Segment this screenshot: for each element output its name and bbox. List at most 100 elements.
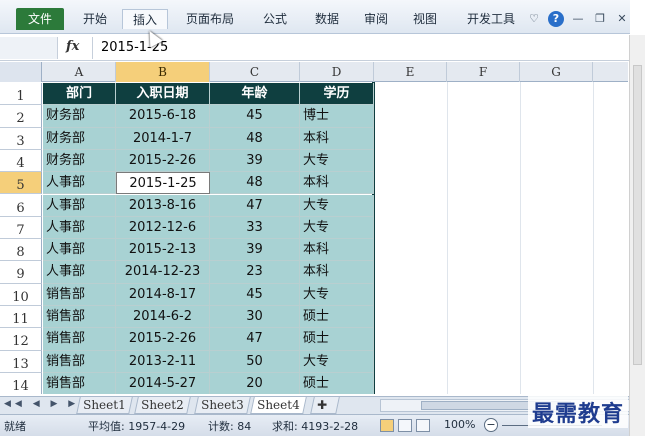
table-cell[interactable]: 博士 xyxy=(300,105,374,128)
tab-page-layout[interactable]: 页面布局 xyxy=(174,9,246,29)
table-cell[interactable]: 人事部 xyxy=(43,194,116,217)
row-header-4[interactable]: 4 xyxy=(0,149,42,173)
table-cell[interactable]: 50 xyxy=(210,350,300,373)
active-cell[interactable]: 2015-1-25 xyxy=(116,172,210,195)
function-icon[interactable]: fx xyxy=(66,39,79,54)
column-header-b[interactable]: B xyxy=(116,62,210,82)
table-cell[interactable]: 大专 xyxy=(300,350,374,373)
tab-data[interactable]: 数据 xyxy=(304,9,350,29)
column-header-c[interactable]: C xyxy=(210,62,300,82)
table-cell[interactable]: 硕士 xyxy=(300,328,374,351)
column-header-g[interactable]: G xyxy=(520,62,593,82)
table-cell[interactable]: 2015-6-18 xyxy=(116,105,210,128)
table-cell[interactable]: 2014-8-17 xyxy=(116,283,210,306)
table-cell[interactable]: 大专 xyxy=(300,283,374,306)
zoom-level[interactable]: 100% xyxy=(444,418,475,431)
close-icon[interactable]: ✕ xyxy=(614,11,630,27)
table-cell[interactable]: 销售部 xyxy=(43,283,116,306)
help-icon[interactable]: ? xyxy=(548,11,564,27)
row-header-7[interactable]: 7 xyxy=(0,216,42,240)
table-header-cell[interactable]: 学历 xyxy=(300,83,374,106)
empty-columns-area[interactable] xyxy=(374,82,628,394)
table-cell[interactable]: 2014-6-2 xyxy=(116,306,210,329)
row-header-9[interactable]: 9 xyxy=(0,261,42,284)
table-cell[interactable]: 33 xyxy=(210,216,300,240)
tab-developer[interactable]: 开发工具 xyxy=(456,9,526,29)
vertical-scroll-thumb[interactable] xyxy=(633,65,642,365)
table-cell[interactable]: 2015-2-26 xyxy=(116,328,210,351)
normal-view-icon[interactable] xyxy=(380,419,394,432)
sheet-tab-3[interactable]: Sheet3 xyxy=(194,397,251,414)
table-cell[interactable]: 48 xyxy=(210,127,300,150)
row-header-14[interactable]: 14 xyxy=(0,372,42,394)
table-cell[interactable]: 人事部 xyxy=(43,261,116,284)
table-cell[interactable]: 23 xyxy=(210,261,300,284)
table-cell[interactable]: 本科 xyxy=(300,127,374,150)
table-cell[interactable]: 本科 xyxy=(300,172,374,195)
table-cell[interactable]: 48 xyxy=(210,172,300,195)
name-box[interactable] xyxy=(0,37,58,59)
row-header-12[interactable]: 12 xyxy=(0,328,42,351)
table-cell[interactable]: 2015-2-26 xyxy=(116,149,210,173)
table-cell[interactable]: 39 xyxy=(210,149,300,173)
sheet-tab-1[interactable]: Sheet1 xyxy=(76,397,133,414)
row-header-11[interactable]: 11 xyxy=(0,306,42,329)
column-header-a[interactable]: A xyxy=(43,62,116,82)
table-cell[interactable]: 人事部 xyxy=(43,239,116,262)
column-header-f[interactable]: F xyxy=(447,62,520,82)
row-header-8[interactable]: 8 xyxy=(0,239,42,262)
table-cell[interactable]: 人事部 xyxy=(43,172,116,195)
table-cell[interactable]: 财务部 xyxy=(43,127,116,150)
row-header-5[interactable]: 5 xyxy=(0,172,42,195)
vertical-scrollbar[interactable] xyxy=(629,35,645,436)
worksheet-grid[interactable]: ABCDEFG 1 2 3 4 5 6 7 8 9 10 11 12 13 14 部门 入职日期 年龄 学历 财务部… xyxy=(0,62,628,394)
table-cell[interactable]: 47 xyxy=(210,328,300,351)
tab-home[interactable]: 开始 xyxy=(72,9,118,29)
page-layout-view-icon[interactable] xyxy=(398,419,412,432)
table-header-cell[interactable]: 入职日期 xyxy=(116,83,210,106)
row-header-1[interactable]: 1 xyxy=(0,83,42,106)
column-header-e[interactable]: E xyxy=(374,62,447,82)
table-cell[interactable]: 2014-5-27 xyxy=(116,372,210,394)
row-header-2[interactable]: 2 xyxy=(0,105,42,128)
row-header-10[interactable]: 10 xyxy=(0,283,42,306)
table-cell[interactable]: 2014-1-7 xyxy=(116,127,210,150)
row-header-3[interactable]: 3 xyxy=(0,127,42,150)
sheet-tab-4[interactable]: Sheet4 xyxy=(250,397,307,414)
insert-sheet-icon[interactable]: ✚ xyxy=(310,397,340,414)
page-break-view-icon[interactable] xyxy=(416,419,430,432)
table-cell[interactable]: 硕士 xyxy=(300,372,374,394)
column-header-d[interactable]: D xyxy=(300,62,374,82)
sheet-tab-2[interactable]: Sheet2 xyxy=(134,397,191,414)
select-all-corner[interactable] xyxy=(0,62,42,82)
table-cell[interactable]: 2015-2-13 xyxy=(116,239,210,262)
table-cell[interactable]: 2013-2-11 xyxy=(116,350,210,373)
table-cell[interactable]: 本科 xyxy=(300,239,374,262)
table-cell[interactable]: 47 xyxy=(210,194,300,217)
table-cell[interactable]: 人事部 xyxy=(43,216,116,240)
table-header-cell[interactable]: 部门 xyxy=(43,83,116,106)
tab-insert[interactable]: 插入 xyxy=(122,9,168,29)
row-header-6[interactable]: 6 xyxy=(0,194,42,217)
tab-view[interactable]: 视图 xyxy=(402,9,448,29)
table-cell[interactable]: 39 xyxy=(210,239,300,262)
table-cell[interactable]: 本科 xyxy=(300,261,374,284)
table-cell[interactable]: 20 xyxy=(210,372,300,394)
table-cell[interactable]: 大专 xyxy=(300,149,374,173)
tab-file[interactable]: 文件 xyxy=(16,8,64,30)
table-cell[interactable]: 财务部 xyxy=(43,149,116,173)
heart-icon[interactable]: ♡ xyxy=(526,11,542,27)
formula-input[interactable]: 2015-1-25 xyxy=(92,37,628,59)
table-cell[interactable]: 硕士 xyxy=(300,306,374,329)
table-cell[interactable]: 销售部 xyxy=(43,328,116,351)
tab-review[interactable]: 审阅 xyxy=(356,9,396,29)
minimize-icon[interactable]: — xyxy=(570,11,586,27)
table-cell[interactable]: 45 xyxy=(210,283,300,306)
table-cell[interactable]: 2014-12-23 xyxy=(116,261,210,284)
table-cell[interactable]: 大专 xyxy=(300,216,374,240)
table-cell[interactable]: 30 xyxy=(210,306,300,329)
table-cell[interactable]: 销售部 xyxy=(43,306,116,329)
table-cell[interactable]: 2012-12-6 xyxy=(116,216,210,240)
table-cell[interactable]: 2013-8-16 xyxy=(116,194,210,217)
table-cell[interactable]: 销售部 xyxy=(43,372,116,394)
